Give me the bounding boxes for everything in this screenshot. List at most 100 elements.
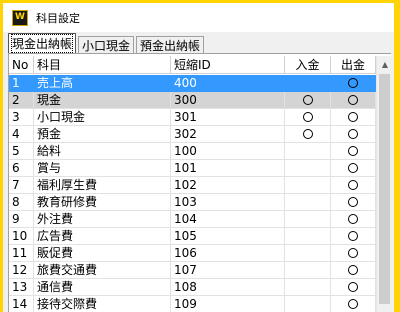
- row-account-name[interactable]: 売上高: [34, 75, 171, 92]
- row-no[interactable]: 12: [9, 262, 34, 279]
- row-deposit-cell[interactable]: [285, 262, 331, 279]
- row-withdrawal-cell[interactable]: [331, 126, 376, 143]
- row-deposit-cell[interactable]: [285, 279, 331, 296]
- row-account-name[interactable]: 賞与: [34, 160, 171, 177]
- row-withdrawal-cell[interactable]: [331, 279, 376, 296]
- row-withdrawal-cell[interactable]: [331, 296, 376, 312]
- header-code[interactable]: 短縮ID: [171, 56, 285, 74]
- row-deposit-cell[interactable]: [285, 75, 331, 92]
- row-account-name[interactable]: 小口現金: [34, 109, 171, 126]
- row-short-id[interactable]: 108: [171, 279, 285, 296]
- row-withdrawal-cell[interactable]: [331, 160, 376, 177]
- row-no[interactable]: 3: [9, 109, 34, 126]
- tab-petty-cash[interactable]: 小口現金: [78, 36, 135, 53]
- header-name[interactable]: 科目: [34, 56, 171, 74]
- row-account-name[interactable]: 旅費交通費: [34, 262, 171, 279]
- row-deposit-cell[interactable]: [285, 160, 331, 177]
- row-deposit-cell[interactable]: [285, 126, 331, 143]
- table-row[interactable]: 2 現金 300: [9, 92, 376, 109]
- row-withdrawal-cell[interactable]: [331, 143, 376, 160]
- row-withdrawal-cell[interactable]: [331, 92, 376, 109]
- table-row[interactable]: 1 売上高 400: [9, 75, 376, 92]
- row-deposit-cell[interactable]: [285, 92, 331, 109]
- row-account-name[interactable]: 教育研修費: [34, 194, 171, 211]
- row-deposit-cell[interactable]: [285, 245, 331, 262]
- row-short-id[interactable]: 105: [171, 228, 285, 245]
- row-short-id[interactable]: 109: [171, 296, 285, 312]
- tab-deposit-book[interactable]: 預金出納帳: [136, 36, 205, 53]
- row-deposit-cell[interactable]: [285, 211, 331, 228]
- withdrawal-circle-icon: [348, 180, 358, 190]
- row-withdrawal-cell[interactable]: [331, 177, 376, 194]
- row-no[interactable]: 7: [9, 177, 34, 194]
- vertical-scrollbar[interactable]: ▲: [376, 56, 391, 312]
- row-account-name[interactable]: 広告費: [34, 228, 171, 245]
- table-row[interactable]: 6 賞与 101: [9, 160, 376, 177]
- row-short-id[interactable]: 301: [171, 109, 285, 126]
- row-no[interactable]: 4: [9, 126, 34, 143]
- row-no[interactable]: 2: [9, 92, 34, 109]
- header-deposit[interactable]: 入金: [285, 56, 331, 74]
- row-no[interactable]: 14: [9, 296, 34, 312]
- scroll-up-icon[interactable]: ▲: [377, 56, 391, 73]
- row-no[interactable]: 1: [9, 75, 34, 92]
- row-short-id[interactable]: 103: [171, 194, 285, 211]
- scrollbar-thumb[interactable]: [379, 74, 390, 304]
- row-withdrawal-cell[interactable]: [331, 194, 376, 211]
- row-no[interactable]: 11: [9, 245, 34, 262]
- row-short-id[interactable]: 101: [171, 160, 285, 177]
- row-no[interactable]: 8: [9, 194, 34, 211]
- row-no[interactable]: 13: [9, 279, 34, 296]
- row-withdrawal-cell[interactable]: [331, 75, 376, 92]
- table-row[interactable]: 10 広告費 105: [9, 228, 376, 245]
- row-withdrawal-cell[interactable]: [331, 109, 376, 126]
- table-row[interactable]: 7 福利厚生費 102: [9, 177, 376, 194]
- row-short-id[interactable]: 102: [171, 177, 285, 194]
- row-short-id[interactable]: 106: [171, 245, 285, 262]
- withdrawal-circle-icon: [348, 112, 358, 122]
- tab-cash-book[interactable]: 現金出納帳: [8, 33, 77, 53]
- table-row[interactable]: 5 給料 100: [9, 143, 376, 160]
- row-withdrawal-cell[interactable]: [331, 211, 376, 228]
- withdrawal-circle-icon: [348, 299, 358, 309]
- row-account-name[interactable]: 接待交際費: [34, 296, 171, 312]
- row-short-id[interactable]: 302: [171, 126, 285, 143]
- row-withdrawal-cell[interactable]: [331, 228, 376, 245]
- row-short-id[interactable]: 300: [171, 92, 285, 109]
- row-short-id[interactable]: 100: [171, 143, 285, 160]
- row-account-name[interactable]: 預金: [34, 126, 171, 143]
- row-account-name[interactable]: 通信費: [34, 279, 171, 296]
- row-no[interactable]: 6: [9, 160, 34, 177]
- row-withdrawal-cell[interactable]: [331, 262, 376, 279]
- table-row[interactable]: 4 預金 302: [9, 126, 376, 143]
- table-row[interactable]: 14 接待交際費 109: [9, 296, 376, 312]
- row-account-name[interactable]: 福利厚生費: [34, 177, 171, 194]
- table-row[interactable]: 9 外注費 104: [9, 211, 376, 228]
- table-row[interactable]: 12 旅費交通費 107: [9, 262, 376, 279]
- row-withdrawal-cell[interactable]: [331, 245, 376, 262]
- row-account-name[interactable]: 販促費: [34, 245, 171, 262]
- row-deposit-cell[interactable]: [285, 194, 331, 211]
- row-account-name[interactable]: 現金: [34, 92, 171, 109]
- row-short-id[interactable]: 104: [171, 211, 285, 228]
- row-account-name[interactable]: 給料: [34, 143, 171, 160]
- row-no[interactable]: 9: [9, 211, 34, 228]
- row-deposit-cell[interactable]: [285, 296, 331, 312]
- header-no[interactable]: No: [9, 56, 34, 74]
- row-short-id[interactable]: 107: [171, 262, 285, 279]
- row-deposit-cell[interactable]: [285, 109, 331, 126]
- table-row[interactable]: 13 通信費 108: [9, 279, 376, 296]
- withdrawal-circle-icon: [348, 163, 358, 173]
- row-no[interactable]: 5: [9, 143, 34, 160]
- table-row[interactable]: 3 小口現金 301: [9, 109, 376, 126]
- table-row[interactable]: 8 教育研修費 103: [9, 194, 376, 211]
- header-withdrawal[interactable]: 出金: [331, 56, 376, 74]
- row-account-name[interactable]: 外注費: [34, 211, 171, 228]
- row-deposit-cell[interactable]: [285, 143, 331, 160]
- row-deposit-cell[interactable]: [285, 228, 331, 245]
- row-deposit-cell[interactable]: [285, 177, 331, 194]
- row-short-id[interactable]: 400: [171, 75, 285, 92]
- row-no[interactable]: 10: [9, 228, 34, 245]
- table-row[interactable]: 11 販促費 106: [9, 245, 376, 262]
- withdrawal-circle-icon: [348, 282, 358, 292]
